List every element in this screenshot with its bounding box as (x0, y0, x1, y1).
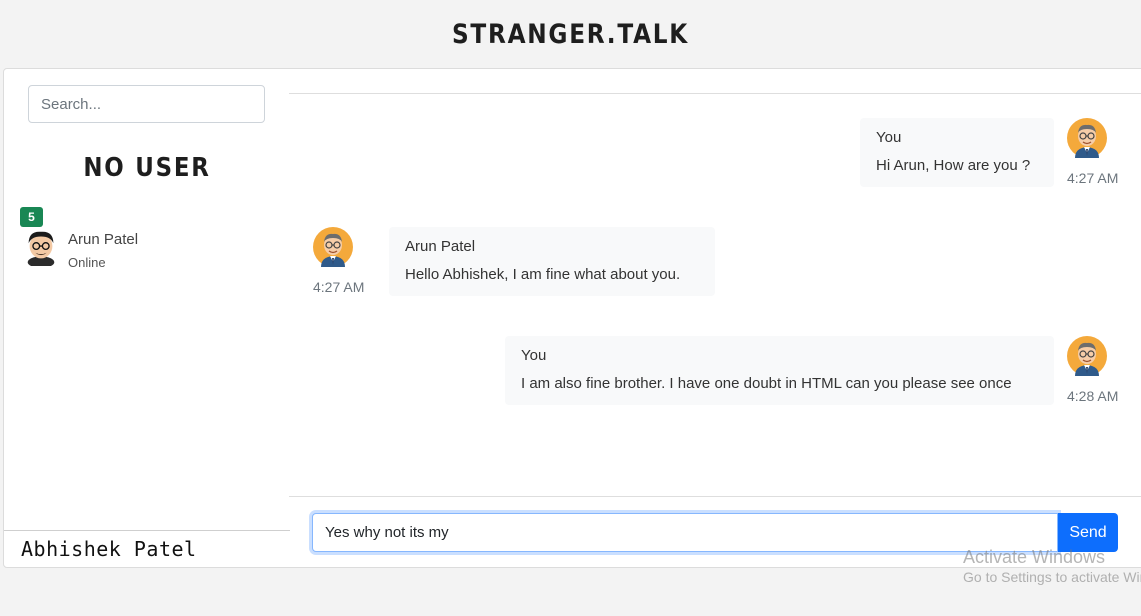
current-user-name: Abhishek Patel (21, 537, 197, 561)
app-title: STRANGER.TALK (451, 18, 690, 50)
sidebar: NO USER 5 Arun Patel Online Abhishek Pat… (4, 69, 290, 567)
message-text: I am also fine brother. I have one doubt… (521, 375, 1012, 392)
contact-name: Arun Patel (68, 231, 139, 248)
message-time: 4:28 AM (1067, 388, 1119, 404)
compose-divider (289, 496, 1141, 497)
user-avatar-icon (1067, 336, 1107, 376)
message-text: Hello Abhishek, I am fine what about you… (405, 266, 681, 283)
activate-windows-watermark: Activate Windows Go to Settings to activ… (963, 547, 1141, 585)
message-bubble-outgoing: You I am also fine brother. I have one d… (505, 336, 1054, 405)
message-sender: You (521, 347, 547, 364)
user-avatar-icon (1067, 118, 1107, 158)
search-input[interactable] (28, 85, 265, 123)
message-text: Hi Arun, How are you ? (876, 157, 1031, 174)
message-input[interactable] (312, 513, 1058, 552)
message-bubble-incoming: Arun Patel Hello Abhishek, I am fine wha… (389, 227, 715, 296)
message-time: 4:27 AM (1067, 170, 1119, 186)
contact-status: Online (68, 255, 106, 270)
message-sender: Arun Patel (405, 238, 476, 255)
chat-card: NO USER 5 Arun Patel Online Abhishek Pat… (3, 68, 1141, 568)
message-time: 4:27 AM (313, 279, 365, 295)
message-bubble-outgoing: You Hi Arun, How are you ? (860, 118, 1054, 187)
message-sender: You (876, 129, 902, 146)
contact-avatar-icon (313, 227, 353, 267)
chat-header-divider (289, 93, 1141, 94)
unread-count-badge: 5 (20, 207, 43, 227)
watermark-subtitle: Go to Settings to activate Windows. (963, 569, 1141, 585)
watermark-title: Activate Windows (963, 547, 1106, 567)
contact-item-arun-patel[interactable]: 5 Arun Patel Online (20, 207, 270, 271)
current-user-bar: Abhishek Patel (4, 530, 290, 567)
no-user-heading: NO USER (83, 153, 211, 183)
cartoon-man-avatar-icon (22, 227, 60, 267)
